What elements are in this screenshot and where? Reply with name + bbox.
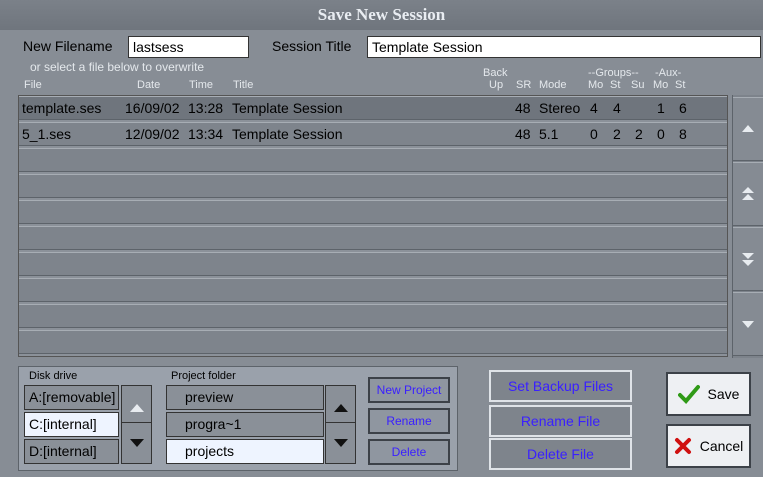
folder-down-button[interactable] bbox=[325, 422, 356, 464]
file-date: 16/09/02 bbox=[125, 100, 180, 116]
col-aux: -Aux- bbox=[655, 67, 682, 79]
col-back: Back bbox=[483, 67, 508, 79]
overwrite-hint: or select a file below to overwrite bbox=[30, 60, 205, 74]
file-title: Template Session bbox=[232, 100, 343, 116]
folder-preview[interactable]: preview bbox=[166, 385, 324, 410]
col-title: Title bbox=[233, 79, 254, 91]
filename-label: New Filename bbox=[23, 38, 113, 54]
drive-d[interactable]: D:[internal] bbox=[24, 439, 119, 464]
file-mode: Stereo bbox=[539, 100, 581, 116]
folder-progra[interactable]: progra~1 bbox=[166, 412, 324, 437]
drive-down-button[interactable] bbox=[121, 422, 152, 464]
list-item[interactable] bbox=[19, 278, 727, 302]
list-item[interactable] bbox=[19, 226, 727, 250]
save-label: Save bbox=[707, 386, 740, 402]
col-up: Up bbox=[489, 79, 504, 91]
file-row-5-1[interactable]: 5_1.ses 12/09/02 13:34 Template Session … bbox=[19, 122, 727, 146]
col-aux-mo: Mo bbox=[653, 79, 669, 91]
file-groups-su: 2 bbox=[635, 126, 643, 142]
list-item[interactable] bbox=[19, 304, 727, 328]
dialog-title: Save New Session bbox=[0, 0, 763, 30]
file-aux-st: 8 bbox=[679, 126, 687, 142]
chevron-up-icon bbox=[742, 125, 754, 132]
set-backup-files-button[interactable]: Set Backup Files bbox=[489, 370, 632, 402]
col-file: File bbox=[24, 79, 42, 91]
chevron-up-icon bbox=[333, 403, 348, 412]
list-item[interactable] bbox=[19, 148, 727, 172]
col-sr: SR bbox=[516, 79, 532, 91]
double-chevron-up-icon bbox=[742, 187, 754, 200]
file-aux-mo: 0 bbox=[657, 126, 665, 142]
session-title-label: Session Title bbox=[272, 38, 352, 54]
file-sr: 48 bbox=[515, 100, 531, 116]
col-groups-st: St bbox=[610, 79, 621, 91]
cancel-button[interactable]: Cancel bbox=[666, 424, 751, 468]
file-title: Template Session bbox=[232, 126, 343, 142]
col-time: Time bbox=[189, 79, 214, 91]
col-groups: --Groups-- bbox=[588, 67, 639, 79]
cancel-label: Cancel bbox=[699, 438, 744, 454]
col-groups-su: Su bbox=[631, 79, 645, 91]
chevron-down-icon bbox=[129, 439, 144, 447]
page-down-button[interactable] bbox=[733, 227, 763, 291]
chevron-up-icon bbox=[129, 403, 144, 412]
new-project-button[interactable]: New Project bbox=[368, 377, 450, 403]
list-item[interactable] bbox=[19, 200, 727, 224]
col-groups-mo: Mo bbox=[588, 79, 604, 91]
drive-c[interactable]: C:[internal] bbox=[24, 412, 119, 437]
chevron-down-icon bbox=[742, 321, 754, 328]
scroll-down-button[interactable] bbox=[733, 292, 763, 356]
file-aux-st: 6 bbox=[679, 100, 687, 116]
double-chevron-down-icon bbox=[742, 253, 754, 266]
session-title-input[interactable]: Template Session bbox=[367, 36, 761, 58]
col-aux-st: St bbox=[675, 79, 686, 91]
file-sr: 48 bbox=[515, 126, 531, 142]
page-up-button[interactable] bbox=[733, 162, 763, 226]
file-groups-st: 4 bbox=[613, 100, 621, 116]
file-groups-mo: 0 bbox=[590, 126, 598, 142]
folder-projects[interactable]: projects bbox=[166, 439, 324, 464]
list-item[interactable] bbox=[19, 174, 727, 198]
file-aux-mo: 1 bbox=[657, 100, 665, 116]
list-item[interactable] bbox=[19, 330, 727, 354]
file-groups-st: 2 bbox=[613, 126, 621, 142]
file-date: 12/09/02 bbox=[125, 126, 180, 142]
filename-input[interactable]: lastsess bbox=[128, 36, 249, 58]
rename-file-button[interactable]: Rename File bbox=[489, 405, 632, 437]
project-folder-label: Project folder bbox=[171, 370, 236, 382]
checkmark-icon bbox=[677, 385, 700, 404]
scroll-up-button[interactable] bbox=[733, 97, 763, 161]
delete-file-button[interactable]: Delete File bbox=[489, 438, 632, 470]
save-button[interactable]: Save bbox=[666, 372, 751, 416]
list-scrollbar bbox=[732, 95, 763, 358]
drive-a[interactable]: A:[removable] bbox=[24, 385, 119, 410]
file-time: 13:34 bbox=[188, 126, 224, 142]
disk-drive-label: Disk drive bbox=[29, 370, 78, 382]
file-name: template.ses bbox=[22, 100, 102, 116]
file-mode: 5.1 bbox=[539, 126, 559, 142]
delete-project-button[interactable]: Delete bbox=[368, 439, 450, 465]
list-item[interactable] bbox=[19, 252, 727, 276]
file-list: template.ses 16/09/02 13:28 Template Ses… bbox=[18, 95, 728, 357]
file-time: 13:28 bbox=[188, 100, 224, 116]
location-panel: Disk drive A:[removable] C:[internal] D:… bbox=[18, 366, 458, 471]
col-date: Date bbox=[137, 79, 161, 91]
close-icon bbox=[674, 438, 691, 454]
file-row-template[interactable]: template.ses 16/09/02 13:28 Template Ses… bbox=[19, 96, 727, 120]
file-name: 5_1.ses bbox=[22, 126, 72, 142]
chevron-down-icon bbox=[333, 439, 348, 447]
save-session-dialog: Save New Session New Filename lastsess S… bbox=[0, 0, 763, 477]
col-mode: Mode bbox=[539, 79, 567, 91]
rename-project-button[interactable]: Rename bbox=[368, 408, 450, 434]
file-groups-mo: 4 bbox=[590, 100, 598, 116]
